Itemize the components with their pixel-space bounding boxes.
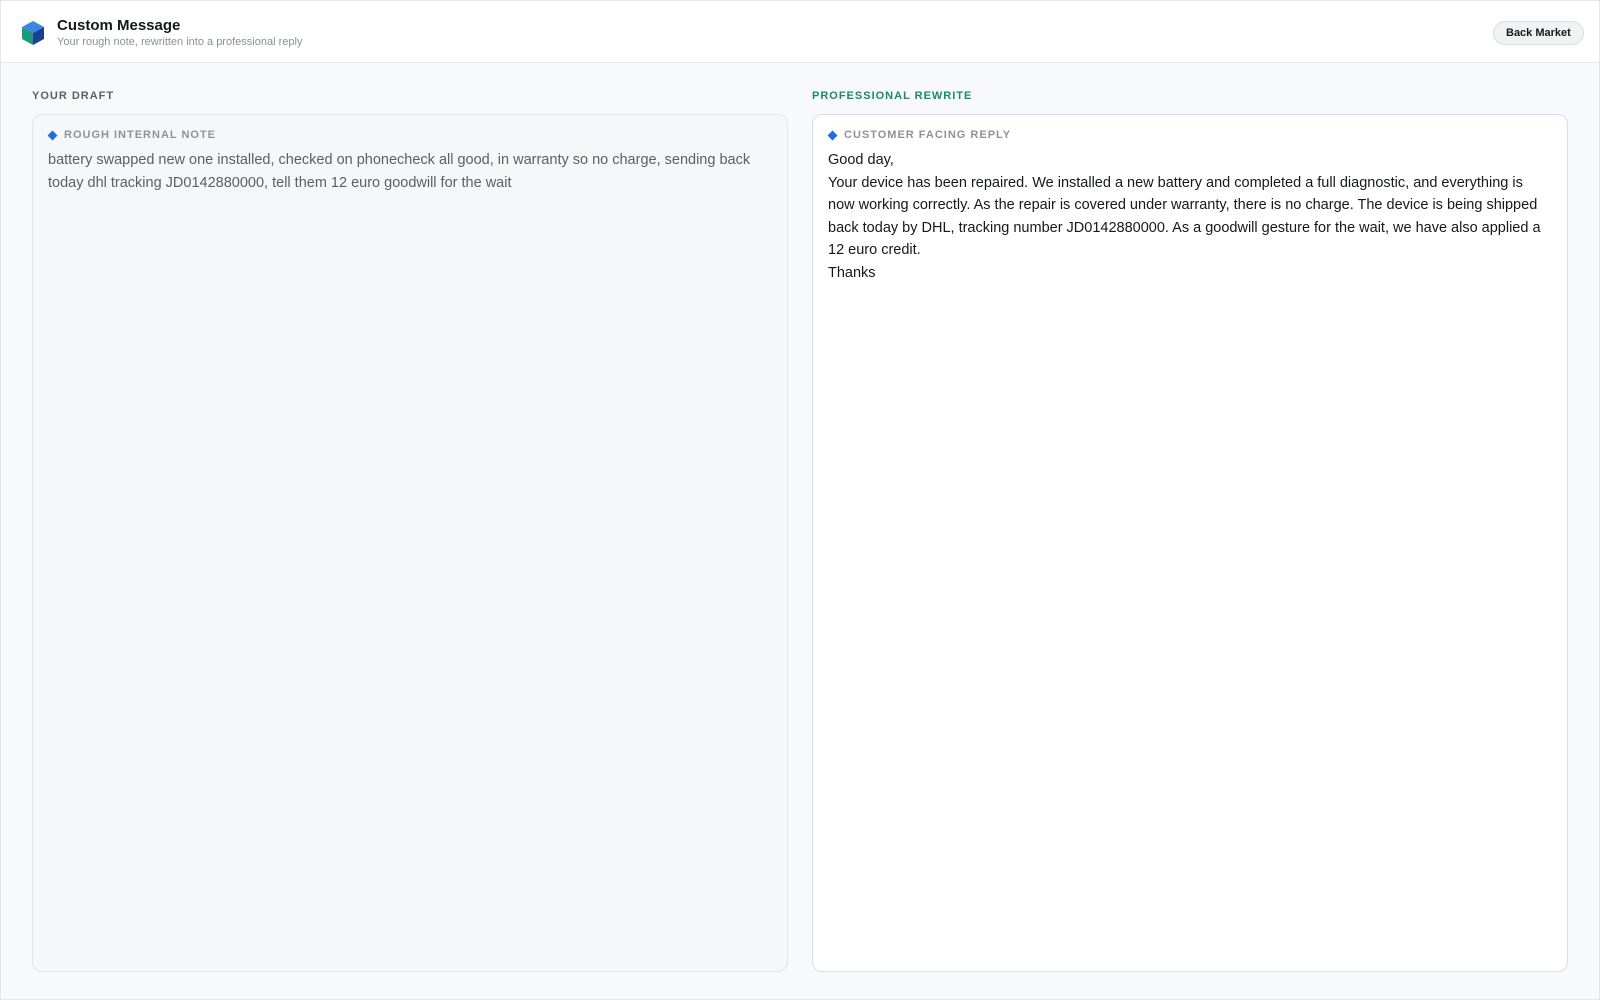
app-window: Custom Message Your rough note, rewritte… xyxy=(0,0,1600,1000)
cube-logo-icon xyxy=(22,21,44,45)
rewrite-body: Your device has been repaired. We instal… xyxy=(828,174,1541,259)
draft-section-label: YOUR DRAFT xyxy=(32,90,115,102)
draft-panel[interactable]: ROUGH INTERNAL NOTE battery swapped new … xyxy=(32,114,788,972)
page-subtitle: Your rough note, rewritten into a profes… xyxy=(57,36,303,48)
page-title: Custom Message xyxy=(57,17,181,34)
rewrite-signoff: Thanks xyxy=(828,264,876,281)
header-bar: Custom Message Your rough note, rewritte… xyxy=(1,1,1599,63)
diamond-icon xyxy=(47,130,58,140)
rewrite-panel-header: CUSTOMER FACING REPLY xyxy=(827,129,1012,141)
draft-text[interactable]: battery swapped new one installed, check… xyxy=(48,149,769,194)
rewrite-panel-label: CUSTOMER FACING REPLY xyxy=(844,129,1012,141)
back-market-button[interactable]: Back Market xyxy=(1493,21,1584,45)
rewrite-greeting: Good day, xyxy=(828,152,894,168)
draft-panel-label: ROUGH INTERNAL NOTE xyxy=(64,129,217,141)
rewrite-section-label: PROFESSIONAL REWRITE xyxy=(812,90,973,102)
rewrite-text: Good day, Your device has been repaired.… xyxy=(828,149,1549,284)
rewrite-panel: CUSTOMER FACING REPLY Good day, Your dev… xyxy=(812,114,1568,972)
diamond-icon xyxy=(827,130,838,140)
draft-panel-header: ROUGH INTERNAL NOTE xyxy=(47,129,217,141)
